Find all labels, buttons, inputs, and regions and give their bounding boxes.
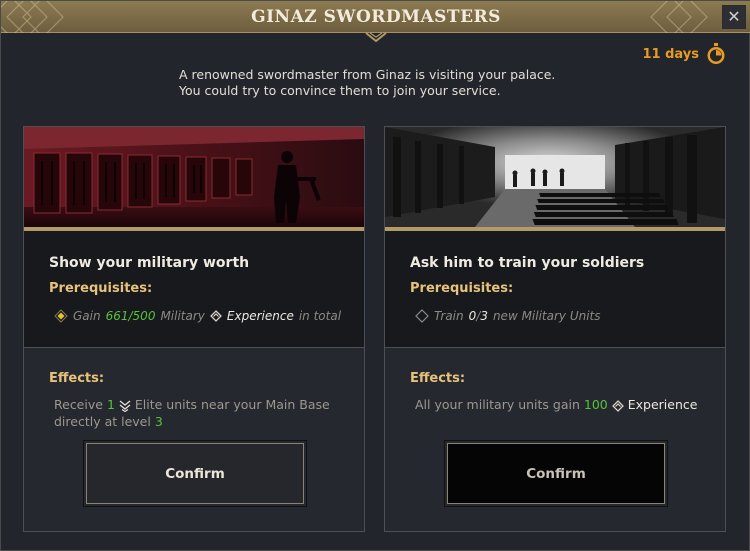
title-bar: GINAZ SWORDMASTERS ✕ xyxy=(1,1,750,33)
timer-label: 11 days xyxy=(642,46,699,62)
prereq-experience-label: Experience xyxy=(226,309,294,323)
effects-label: Effects: xyxy=(49,371,105,386)
experience-icon xyxy=(611,399,624,412)
option-card-military-worth: Show your military worth Prerequisites: … xyxy=(23,126,365,532)
confirm-button[interactable]: Confirm xyxy=(83,440,307,507)
prerequisites-label: Prerequisites: xyxy=(49,281,153,296)
confirm-button[interactable]: Confirm xyxy=(444,440,668,507)
close-button[interactable]: ✕ xyxy=(722,5,746,29)
effect-level: 3 xyxy=(154,414,163,429)
option-title: Show your military worth xyxy=(49,255,250,271)
event-window: GINAZ SWORDMASTERS ✕ 11 days A renowned … xyxy=(0,0,750,551)
event-description: A renowned swordmaster from Ginaz is vis… xyxy=(179,67,556,98)
card-requirements-panel: Ask him to train your soldiers Prerequis… xyxy=(385,231,725,348)
prerequisite-military-experience: Gain 661/500 Military Experience in tota… xyxy=(54,309,341,323)
prereq-target-value: 500 xyxy=(132,309,156,323)
option-image-armory xyxy=(24,127,364,227)
experience-icon xyxy=(209,310,222,322)
effect-pre-text: All your military units gain xyxy=(415,397,580,412)
stopwatch-icon xyxy=(707,43,725,64)
prereq-current-value: 661 xyxy=(105,309,129,323)
effect-experience-label: Experience xyxy=(627,397,698,412)
effect-description: Receive 1 Elite units near your Main Bas… xyxy=(54,396,344,430)
prereq-unit: new Military Units xyxy=(492,309,601,323)
option-card-train-soldiers: Ask him to train your soldiers Prerequis… xyxy=(384,126,726,532)
effect-unit-count: 1 xyxy=(106,397,115,412)
requirement-unmet-diamond-icon xyxy=(415,309,429,323)
option-image-training-hall xyxy=(385,127,725,227)
prereq-target-value: 3 xyxy=(480,309,488,323)
effect-description: All your military units gain 100 Experie… xyxy=(415,396,705,413)
card-requirements-panel: Show your military worth Prerequisites: … xyxy=(24,231,364,348)
effect-receive: Receive xyxy=(54,397,103,412)
requirement-met-diamond-icon xyxy=(54,309,68,323)
close-icon: ✕ xyxy=(727,7,741,26)
prereq-gain-text: Gain xyxy=(73,309,101,323)
window-title: GINAZ SWORDMASTERS xyxy=(251,7,501,27)
option-title: Ask him to train your soldiers xyxy=(410,255,645,271)
prereq-suffix: in total xyxy=(298,309,342,323)
elite-rank-chevron-icon xyxy=(119,399,131,412)
effects-label: Effects: xyxy=(410,371,466,386)
effect-amount: 100 xyxy=(583,397,608,412)
prerequisite-train-units: Train 0/3 new Military Units xyxy=(415,309,601,323)
prereq-unit: Military xyxy=(160,309,205,323)
event-timer: 11 days xyxy=(642,43,727,65)
prerequisites-label: Prerequisites: xyxy=(410,281,514,296)
chevron-down-icon xyxy=(365,32,387,43)
prereq-train-text: Train xyxy=(434,309,464,323)
